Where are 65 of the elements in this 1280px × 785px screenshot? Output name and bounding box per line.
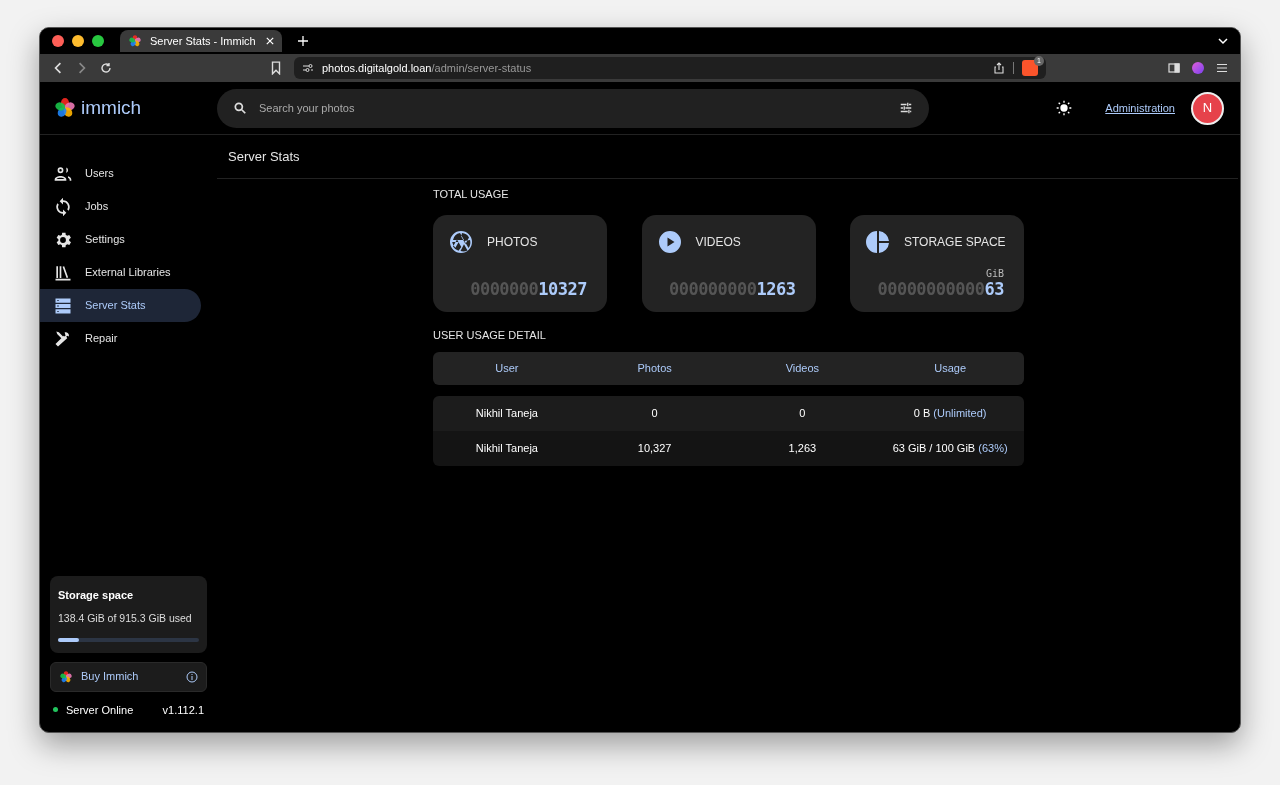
- server-status-text: Server Online: [66, 702, 135, 718]
- sidebar-toggle-icon[interactable]: [1168, 62, 1180, 74]
- stat-label: VIDEOS: [695, 233, 741, 251]
- tab-title: Server Stats - Immich: [150, 33, 257, 49]
- table-cell-text: Nikhil Taneja: [474, 406, 539, 422]
- chevron-down-icon[interactable]: [1218, 36, 1228, 46]
- sidebar-item[interactable]: Jobs: [40, 190, 201, 223]
- share-icon[interactable]: [993, 62, 1005, 74]
- profile-icon[interactable]: [1192, 62, 1204, 74]
- table-cell-text: 1,263: [787, 441, 818, 457]
- play-icon: [657, 229, 682, 254]
- table-cell-text: 0: [798, 406, 807, 422]
- sidebar-item[interactable]: Repair: [40, 322, 201, 355]
- logo-icon: [53, 96, 77, 120]
- table-cell-text: 10,327: [636, 441, 673, 457]
- sun-icon[interactable]: [1056, 100, 1073, 116]
- section-heading: USER USAGE DETAIL: [433, 327, 547, 343]
- new-tab-icon[interactable]: [298, 36, 308, 46]
- back-icon[interactable]: [52, 62, 64, 74]
- menu-icon[interactable]: [1216, 62, 1228, 74]
- column-header: User: [494, 361, 520, 377]
- column-header: Videos: [784, 361, 821, 377]
- administration-link[interactable]: Administration: [1105, 99, 1175, 117]
- sync-icon: [53, 196, 73, 217]
- info-icon[interactable]: [186, 670, 198, 683]
- filter-icon[interactable]: [899, 101, 913, 115]
- section-heading: TOTAL USAGE: [433, 187, 510, 202]
- buy-button[interactable]: Buy Immich: [50, 661, 207, 692]
- search-icon: [233, 101, 247, 115]
- logo-icon: [59, 669, 73, 684]
- column-header: Usage: [933, 361, 967, 377]
- table-cell-text: 0 B (Unlimited): [912, 406, 988, 422]
- sidebar-item[interactable]: Users: [40, 157, 201, 190]
- browser-tab[interactable]: Server Stats - Immich: [120, 30, 282, 52]
- sidebar-item[interactable]: External Libraries: [40, 256, 201, 289]
- table-cell-text: Nikhil Taneja: [474, 441, 539, 457]
- close-icon[interactable]: [266, 37, 274, 45]
- storage-title: Storage space: [58, 588, 135, 603]
- table-cell-text: 63 GiB / 100 GiB (63%): [891, 441, 1009, 457]
- maximize-window-button[interactable]: [92, 35, 104, 47]
- stat-label: PHOTOS: [487, 233, 538, 251]
- avatar[interactable]: N: [1191, 91, 1224, 125]
- column-header: Photos: [636, 361, 673, 377]
- forward-icon[interactable]: [76, 62, 88, 74]
- minimize-window-button[interactable]: [72, 35, 84, 47]
- unit-label: GiB: [985, 266, 1004, 281]
- logo-text[interactable]: immich: [81, 93, 142, 123]
- search-bar[interactable]: Search your photos: [217, 88, 929, 128]
- stat-value: 0000000000063: [877, 280, 1004, 298]
- version-text: v1.112.1: [162, 702, 204, 718]
- storage-usage-text: 138.4 GiB of 915.3 GiB used: [58, 610, 193, 626]
- stat-label: STORAGE SPACE: [904, 233, 1006, 251]
- sidebar-item[interactable]: Server Stats: [40, 289, 201, 322]
- close-window-button[interactable]: [52, 35, 64, 47]
- sidebar-item[interactable]: Settings: [40, 223, 201, 256]
- bookmark-icon[interactable]: [270, 61, 282, 75]
- aperture-icon: [449, 229, 473, 254]
- url-text: photos.digitalgold.loan/admin/server-status: [322, 60, 533, 76]
- table-cell-text: 0: [650, 406, 659, 422]
- logo-icon: [128, 34, 142, 48]
- site-settings-icon[interactable]: [302, 62, 314, 74]
- search-input[interactable]: Search your photos: [259, 99, 887, 117]
- pie-chart-icon: [866, 229, 890, 254]
- reload-icon[interactable]: [100, 62, 112, 74]
- page-title: Server Stats: [228, 147, 300, 166]
